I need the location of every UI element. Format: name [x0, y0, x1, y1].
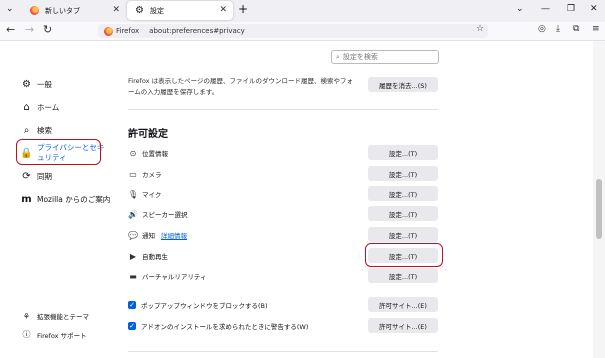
popup-exceptions-button[interactable]: 許可サイト...(E) [368, 297, 438, 312]
permission-camera: ▭ カメラ [128, 169, 162, 180]
checkmark-icon[interactable]: ✓ [128, 322, 136, 330]
sidebar-item-label: 一般 [37, 80, 52, 89]
microphone-settings-button[interactable]: 設定...(T) [368, 186, 438, 201]
permission-notifications: 💬 通知 詳細情報 [128, 230, 187, 241]
permission-autoplay: ▶ 自動再生 [128, 251, 168, 262]
addon-exceptions-button[interactable]: 許可サイト...(E) [368, 318, 438, 333]
camera-settings-button[interactable]: 設定...(T) [368, 166, 438, 181]
search-icon: ⌕ [23, 125, 30, 136]
permission-vr: ▬ バーチャルリアリティ [128, 271, 207, 282]
speaker-settings-button[interactable]: 設定...(T) [368, 206, 438, 221]
sidebar-footer-label: Firefox サポート [37, 331, 87, 340]
permission-label: マイク [142, 191, 162, 199]
sidebar-footer-support[interactable]: ⓘ Firefox サポート [20, 329, 87, 340]
chat-bubble-icon: 💬 [128, 230, 138, 240]
sidebar-item-mozilla[interactable]: m Mozilla からのご案内 [20, 194, 110, 205]
sidebar-footer-addons[interactable]: ⚘ 拡張機能とテーマ [20, 311, 89, 322]
preferences-page: ⌕ 設定を検索 ⚙ 一般 ⌂ ホーム ⌕ 検索 🔒 プライバシーとセキュリティ … [0, 41, 593, 358]
microphone-icon: 🎙 [128, 189, 139, 199]
learn-more-link[interactable]: 詳細情報 [161, 230, 187, 240]
firefox-icon [104, 26, 113, 36]
search-icon: ⌕ [336, 52, 340, 61]
pocket-icon[interactable]: ◎ [538, 24, 546, 34]
privacy-highlight [16, 139, 101, 165]
permission-microphone: 🎙 マイク [128, 189, 162, 200]
sidebar-item-label: Mozilla からのご案内 [37, 195, 111, 204]
vr-settings-button[interactable]: 設定...(T) [368, 268, 438, 283]
permission-label: バーチャルリアリティ [142, 273, 207, 281]
firefox-icon [30, 6, 39, 15]
maximize-icon[interactable]: ❐ [567, 4, 575, 14]
sidebar-item-label: ホーム [37, 103, 60, 112]
permission-label: 位置情報 [142, 150, 168, 158]
url-text[interactable]: about:preferences#privacy [149, 27, 245, 35]
clear-history-button[interactable]: 履歴を消去...(S) [368, 77, 438, 92]
warn-addons-checkbox[interactable]: ✓ アドオンのインストールを求められたときに警告する(W) [128, 321, 308, 331]
checkbox-label: アドオンのインストールを求められたときに警告する(W) [141, 323, 309, 331]
permission-label: カメラ [142, 171, 162, 179]
checkmark-icon[interactable]: ✓ [128, 301, 136, 309]
puzzle-icon: ⚘ [22, 311, 31, 321]
sidebar-item-home[interactable]: ⌂ ホーム [20, 102, 59, 113]
tab-bar: ⌄ 新しいタブ ✕ ⚙ 設定 ✕ + ⌄ — ❐ ✕ [0, 0, 605, 22]
search-placeholder: 設定を検索 [342, 53, 378, 61]
downloads-icon[interactable]: ⤓ [556, 24, 560, 34]
location-settings-button[interactable]: 設定...(T) [368, 145, 438, 160]
extensions-icon[interactable]: ⧉ [573, 24, 579, 34]
history-description: Firefox は表示したページの履歴、ファイルのダウンロード履歴、検索やフォー… [128, 77, 353, 96]
camera-icon: ▭ [129, 169, 137, 179]
sidebar-item-label: 同期 [37, 172, 52, 181]
gear-icon: ⚙ [135, 5, 144, 16]
tab-label: 新しいタブ [45, 6, 80, 15]
navigation-bar: ← → ↻ Firefox about:preferences#privacy … [0, 22, 605, 41]
url-bar[interactable]: Firefox about:preferences#privacy [98, 24, 488, 38]
tab-new-tab[interactable]: 新しいタブ ✕ [22, 1, 126, 20]
sidebar-item-label: 検索 [37, 126, 52, 135]
vr-headset-icon: ▬ [129, 271, 137, 281]
back-icon[interactable]: ← [6, 23, 15, 36]
forward-icon[interactable]: → [25, 23, 34, 36]
scrollbar[interactable] [593, 41, 605, 358]
scrollbar-thumb[interactable] [596, 179, 602, 239]
permission-label: スピーカー選択 [142, 211, 188, 219]
bookmark-star-icon[interactable]: ☆ [476, 24, 484, 34]
close-window-icon[interactable]: ✕ [590, 4, 598, 14]
permission-location: ⊙ 位置情報 [128, 148, 168, 159]
gear-icon: ⚙ [22, 79, 31, 90]
new-tab-button[interactable]: + [238, 2, 248, 16]
tab-overflow-icon[interactable]: ⌄ [516, 4, 524, 14]
mozilla-icon: m [21, 194, 32, 205]
checkbox-label: ポップアップウィンドウをブロックする(B) [141, 302, 268, 310]
permission-label: 通知 [142, 232, 155, 240]
identity-label: Firefox [116, 27, 140, 35]
sidebar-item-general[interactable]: ⚙ 一般 [20, 79, 52, 90]
sidebar-footer-label: 拡張機能とテーマ [37, 313, 89, 321]
close-icon[interactable]: ✕ [219, 5, 227, 15]
sidebar-item-search[interactable]: ⌕ 検索 [20, 125, 52, 136]
help-icon: ⓘ [22, 330, 31, 339]
location-pin-icon: ⊙ [129, 148, 137, 158]
autoplay-highlight [365, 243, 443, 267]
tab-settings[interactable]: ⚙ 設定 ✕ [127, 1, 233, 20]
sidebar-item-sync[interactable]: ⟳ 同期 [20, 171, 52, 182]
close-icon[interactable]: ✕ [112, 5, 120, 15]
tab-label: 設定 [149, 6, 164, 15]
speaker-icon: 🔊 [128, 209, 138, 219]
permissions-heading: 許可設定 [128, 129, 168, 140]
menu-icon[interactable]: ≡ [592, 24, 600, 34]
play-icon: ▶ [129, 251, 137, 261]
reload-icon[interactable]: ↻ [43, 23, 52, 36]
search-input[interactable]: ⌕ 設定を検索 [331, 50, 439, 64]
home-icon: ⌂ [23, 102, 30, 113]
permission-speaker: 🔊 スピーカー選択 [128, 209, 188, 220]
divider [128, 351, 438, 352]
divider [128, 109, 438, 110]
permission-label: 自動再生 [142, 253, 168, 261]
tab-list-chevron-icon[interactable]: ⌄ [6, 4, 14, 14]
block-popups-checkbox[interactable]: ✓ ポップアップウィンドウをブロックする(B) [128, 300, 268, 310]
sync-icon: ⟳ [22, 171, 31, 182]
notifications-settings-button[interactable]: 設定...(T) [368, 227, 438, 242]
minimize-icon[interactable]: — [541, 4, 550, 14]
